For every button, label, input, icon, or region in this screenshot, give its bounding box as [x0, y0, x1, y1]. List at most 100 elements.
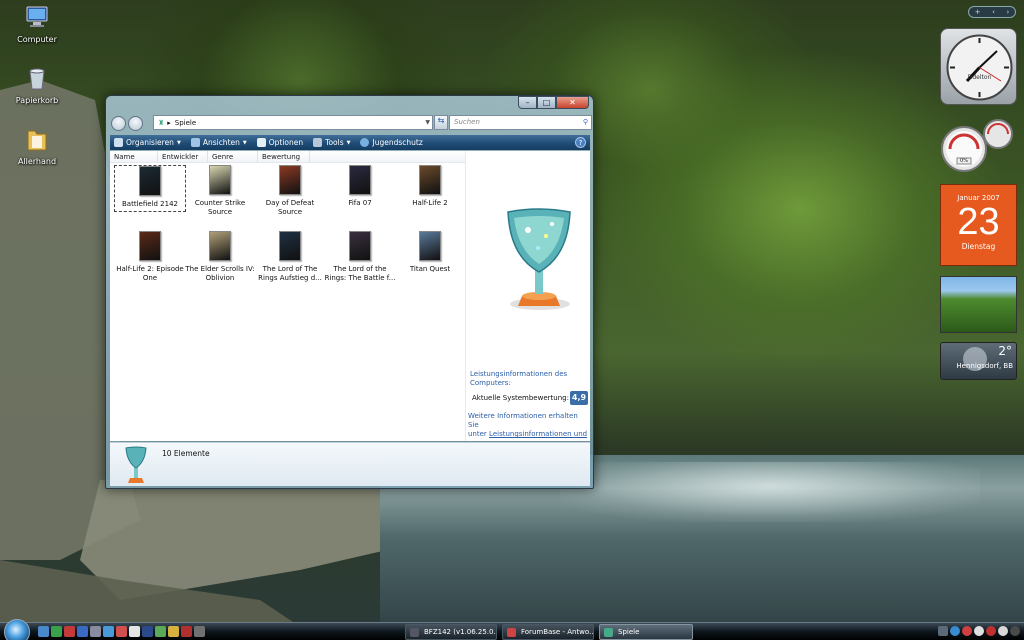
help-icon[interactable]: ? [575, 137, 586, 148]
tray-app-icon[interactable] [962, 626, 972, 636]
add-gadget-icon[interactable]: + [975, 8, 981, 16]
clock-label: Fidelton [967, 74, 992, 81]
games-icon [604, 628, 613, 637]
address-text: Spiele [174, 118, 197, 127]
quicklaunch-app-icon[interactable] [155, 626, 166, 637]
cpu-percent: 0% [960, 158, 968, 164]
options-button[interactable]: Optionen [256, 138, 303, 147]
taskbar-button-spiele[interactable]: Spiele [599, 624, 693, 640]
game-item[interactable]: The Elder Scrolls IV: Oblivion [184, 231, 256, 283]
quicklaunch-app-icon[interactable] [168, 626, 179, 637]
game-title: Counter Strike [194, 199, 246, 207]
slideshow-gadget[interactable] [940, 276, 1017, 333]
maximize-button[interactable]: □ [537, 96, 556, 109]
game-title: Half-Life 2 [412, 199, 448, 207]
game-title-line2: One [142, 274, 158, 282]
quicklaunch-app-icon[interactable] [142, 626, 153, 637]
game-cover [279, 231, 301, 261]
game-title: Fifa 07 [348, 199, 372, 207]
organize-button[interactable]: Organisieren ▼ [114, 138, 181, 147]
search-icon[interactable]: ⚲ [583, 116, 588, 129]
desktop-icon-computer[interactable]: Computer [7, 4, 67, 44]
forward-button[interactable] [128, 115, 143, 131]
clock-gadget[interactable]: Fidelton [940, 28, 1017, 105]
parental-controls-label: Jugendschutz [372, 138, 423, 147]
bf2142-icon [410, 628, 419, 637]
options-icon [256, 138, 266, 147]
game-item[interactable]: The Lord of The Rings Aufstieg d... [254, 231, 326, 283]
recycle-bin-icon [29, 68, 45, 90]
quicklaunch-app-icon[interactable] [194, 626, 205, 637]
close-button[interactable]: ✕ [556, 96, 589, 109]
game-item[interactable]: Half-Life 2 [394, 165, 466, 208]
tray-app-icon[interactable] [1010, 626, 1020, 636]
firefox-icon [507, 628, 516, 637]
game-title: The Elder Scrolls IV: [185, 265, 255, 273]
desktop-icon-allerhand[interactable]: Allerhand [7, 126, 67, 166]
performance-heading: Leistungsinformationen des Computers: [470, 370, 567, 388]
folder-icon [27, 130, 47, 151]
quicklaunch-app-icon[interactable] [64, 626, 75, 637]
search-input[interactable]: Suchen ⚲ [449, 115, 592, 130]
quicklaunch-app-icon[interactable] [129, 626, 140, 637]
tray-app-icon[interactable] [974, 626, 984, 636]
tray-app-icon[interactable] [998, 626, 1008, 636]
quicklaunch-app-icon[interactable] [51, 626, 62, 637]
weather-gadget[interactable]: 2° Hennigsdorf, BB [940, 342, 1017, 380]
quicklaunch-app-icon[interactable] [116, 626, 127, 637]
game-item[interactable]: Battlefield 2142 [114, 165, 186, 212]
more-info-line2: unter [468, 430, 487, 438]
weather-location: Hennigsdorf, BB [956, 362, 1013, 370]
quicklaunch-app-icon[interactable] [77, 626, 88, 637]
quicklaunch-app-icon[interactable] [103, 626, 114, 637]
tray-app-icon[interactable] [950, 626, 960, 636]
quicklaunch-app-icon[interactable] [181, 626, 192, 637]
sidebar-controls[interactable]: + ‹ › [968, 6, 1016, 18]
parental-controls-icon [360, 138, 370, 147]
column-header-rating[interactable]: Bewertung [258, 151, 310, 162]
game-title: The Lord of The [262, 265, 318, 273]
column-headers: Name Entwickler Genre Bewertung [110, 151, 465, 163]
game-title-line2: Source [207, 208, 233, 216]
navigation-bar: ♜ ▸ Spiele ▼ ⇆ Suchen ⚲ [111, 114, 592, 132]
taskbar-button-label: BFZ142 (v1.06.25.0... [424, 628, 497, 636]
game-item[interactable]: Half-Life 2: Episode One [114, 231, 186, 283]
views-button[interactable]: Ansichten ▼ [190, 138, 247, 147]
minimize-button[interactable]: – [518, 96, 537, 109]
column-header-developer[interactable]: Entwickler [158, 151, 208, 162]
column-header-genre[interactable]: Genre [208, 151, 258, 162]
back-button[interactable] [111, 115, 126, 131]
tools-icon [313, 138, 323, 147]
address-dropdown-icon[interactable]: ▼ [425, 119, 430, 126]
cpu-meter-gadget[interactable]: 0% [940, 118, 1018, 174]
parental-controls-button[interactable]: Jugendschutz [360, 138, 423, 147]
column-header-name[interactable]: Name [110, 151, 158, 162]
next-icon[interactable]: › [1006, 8, 1009, 16]
start-button[interactable] [4, 619, 30, 640]
quicklaunch-app-icon[interactable] [38, 626, 49, 637]
tray-expand-icon[interactable] [938, 626, 948, 636]
games-list: Battlefield 2142 Counter Strike Source D… [110, 165, 465, 441]
tools-button[interactable]: Tools ▼ [313, 138, 350, 147]
moon-icon [963, 347, 987, 371]
cpu-gauge-icon [941, 119, 1013, 172]
game-title: The Lord of the [333, 265, 387, 273]
system-rating-badge[interactable]: 4,9 [570, 391, 588, 405]
tray-app-icon[interactable] [986, 626, 996, 636]
desktop-icon-recycle-bin[interactable]: Papierkorb [7, 65, 67, 105]
explorer-window[interactable]: – □ ✕ ♜ ▸ Spiele ▼ ⇆ Suchen ⚲ Organisier… [105, 95, 594, 489]
taskbar-button-forumbase[interactable]: ForumBase - Antwo... [502, 624, 594, 640]
game-item[interactable]: Fifa 07 [324, 165, 396, 208]
game-item[interactable]: The Lord of the Rings: The Battle f... [324, 231, 396, 283]
game-item[interactable]: Titan Quest [394, 231, 466, 274]
calendar-gadget[interactable]: Januar 2007 23 Dienstag [940, 184, 1017, 266]
address-bar[interactable]: ♜ ▸ Spiele ▼ [153, 115, 433, 130]
game-item[interactable]: Day of Defeat Source [254, 165, 326, 217]
quicklaunch-app-icon[interactable] [90, 626, 101, 637]
game-title: Titan Quest [409, 265, 451, 273]
refresh-button[interactable]: ⇆ [434, 115, 448, 130]
previous-icon[interactable]: ‹ [992, 8, 995, 16]
taskbar-button-bf2142[interactable]: BFZ142 (v1.06.25.0... [405, 624, 497, 640]
game-item[interactable]: Counter Strike Source [184, 165, 256, 217]
game-cover [139, 166, 161, 196]
